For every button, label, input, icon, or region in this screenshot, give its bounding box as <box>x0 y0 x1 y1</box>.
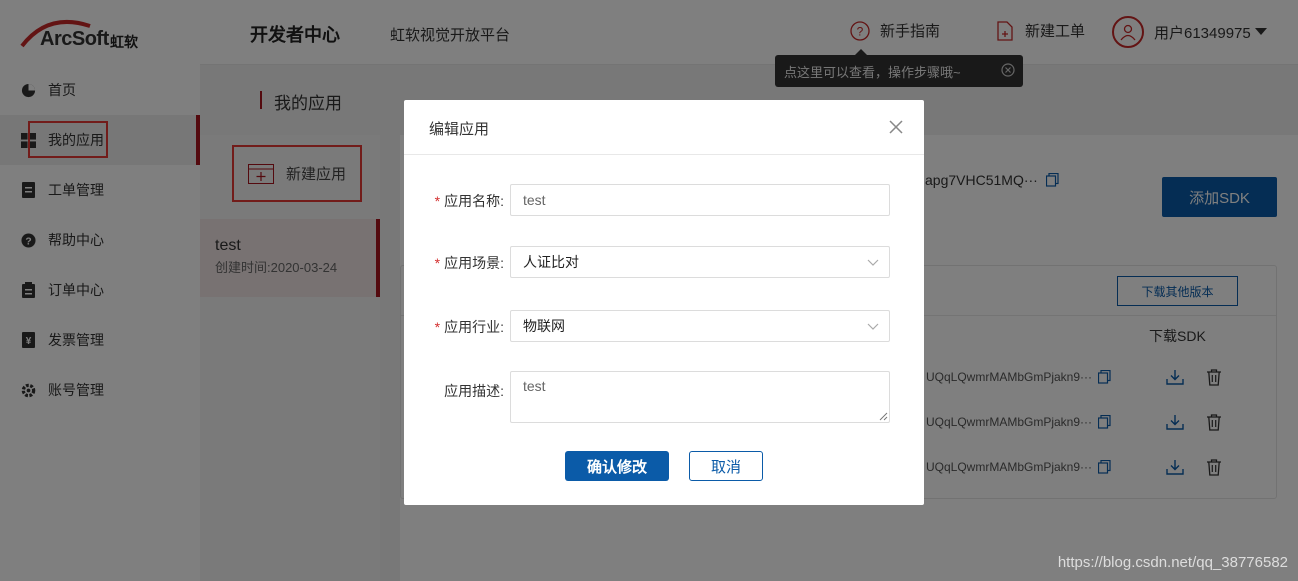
chevron-down-icon <box>867 323 879 330</box>
required-mark: * <box>434 193 441 209</box>
app-industry-value: 物联网 <box>523 318 565 334</box>
app-industry-select[interactable]: 物联网 <box>510 310 890 342</box>
edit-app-dialog: 编辑应用 * 应用名称: test * 应用场景: 人证比对 * 应用行业: 物联网 … <box>404 100 924 505</box>
chevron-down-icon <box>867 259 879 266</box>
app-name-label-text: 应用名称: <box>444 193 504 209</box>
app-desc-value: test <box>523 378 546 394</box>
dialog-title: 编辑应用 <box>429 121 490 138</box>
dialog-header: 编辑应用 <box>404 100 924 155</box>
app-name-input[interactable]: test <box>510 184 890 216</box>
app-scene-select[interactable]: 人证比对 <box>510 246 890 278</box>
app-industry-label-text: 应用行业: <box>444 319 504 335</box>
confirm-button[interactable]: 确认修改 <box>565 451 669 481</box>
watermark: https://blog.csdn.net/qq_38776582 <box>1057 554 1288 571</box>
cancel-button[interactable]: 取消 <box>689 451 763 481</box>
required-mark: * <box>434 255 441 271</box>
resize-handle-icon[interactable] <box>878 411 888 421</box>
app-scene-label: * 应用场景: <box>435 253 504 273</box>
required-mark: * <box>434 319 441 335</box>
app-desc-label: 应用描述: <box>444 383 504 399</box>
app-industry-label: * 应用行业: <box>435 317 504 337</box>
app-scene-label-text: 应用场景: <box>444 255 504 271</box>
app-scene-value: 人证比对 <box>523 254 579 270</box>
app-desc-textarea[interactable]: test <box>510 371 890 423</box>
close-icon[interactable] <box>888 119 904 135</box>
app-name-label: * 应用名称: <box>435 191 504 211</box>
